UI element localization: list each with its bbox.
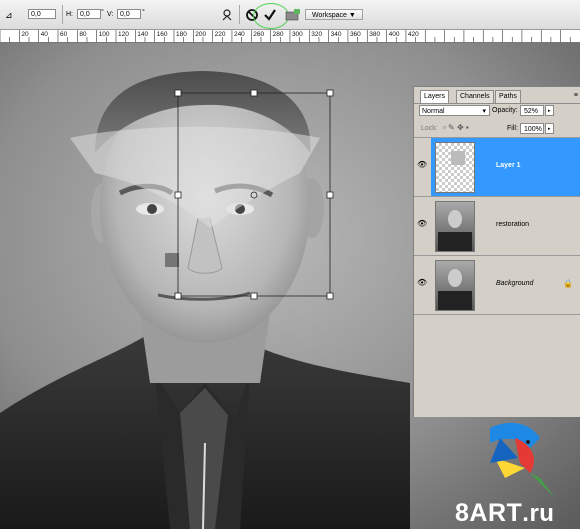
- fill-arrow-icon[interactable]: ▸: [545, 123, 554, 134]
- chevron-down-icon: ▾: [482, 108, 486, 115]
- parrot-logo-icon: [490, 422, 555, 498]
- ruler-label: 240: [233, 31, 245, 38]
- eye-icon[interactable]: 👁: [417, 160, 427, 170]
- separator: [239, 5, 240, 24]
- layer-row-background[interactable]: Background 🔒: [431, 256, 580, 314]
- h-skew-field[interactable]: 0,0: [77, 9, 101, 19]
- opacity-field[interactable]: 52%: [520, 105, 544, 116]
- commit-highlight-circle: [253, 3, 289, 29]
- layer-row-layer-1[interactable]: Layer 1: [431, 138, 580, 196]
- ruler-label: 120: [117, 31, 129, 38]
- lock-icon: 🔒: [563, 279, 573, 288]
- horizontal-ruler: 20 40 60 80 100 120 140 160 180 200 220 240 260 280 30…: [0, 30, 580, 43]
- ruler-label: 80: [79, 31, 87, 38]
- watermark-brand: 8ART: [455, 499, 523, 527]
- patch-preview: [451, 151, 465, 165]
- warp-mode-icon[interactable]: [220, 8, 234, 22]
- tab-channels[interactable]: Channels: [456, 90, 494, 103]
- separator: [62, 5, 63, 24]
- angle-icon: ⊿: [5, 10, 13, 20]
- watermark-suffix: .ru: [522, 500, 555, 527]
- blend-mode-value: Normal: [422, 108, 445, 115]
- layer-name: Background: [496, 280, 534, 287]
- watermark-text: 8ART.ru: [455, 499, 554, 528]
- ruler-label: 300: [291, 31, 303, 38]
- v-skew-field[interactable]: 0,0: [117, 9, 141, 19]
- ruler-label: 280: [272, 31, 284, 38]
- ruler-label: 380: [369, 31, 381, 38]
- coat-preview: [438, 232, 472, 251]
- ruler-label: 180: [175, 31, 187, 38]
- layer-thumbnail: [435, 260, 475, 311]
- ruler-label: 200: [195, 31, 207, 38]
- layer-thumbnail: [435, 142, 475, 193]
- ruler-label: 60: [59, 31, 68, 38]
- opacity-arrow-icon[interactable]: ▸: [545, 105, 554, 116]
- coat-preview: [438, 291, 472, 310]
- panel-menu-icon[interactable]: ≡: [574, 92, 578, 99]
- layer-thumbnail: [435, 201, 475, 252]
- tab-paths[interactable]: Paths: [495, 90, 521, 103]
- ruler-label: 260: [253, 31, 265, 38]
- divider: [414, 314, 580, 315]
- workspace-menu[interactable]: Workspace ▼: [305, 9, 363, 20]
- ruler-label: 40: [40, 31, 48, 38]
- eye-icon[interactable]: 👁: [417, 278, 427, 288]
- ruler-label: 220: [214, 31, 226, 38]
- layer-name: restoration: [496, 221, 530, 228]
- ruler-label: 20: [21, 31, 29, 38]
- face-preview: [448, 210, 462, 228]
- layer-row-restoration[interactable]: restoration: [431, 197, 580, 255]
- tab-divider: [414, 103, 580, 104]
- ruler-label: 100: [98, 31, 110, 38]
- lock-label: Lock:: [421, 125, 438, 132]
- ruler-label: 400: [388, 31, 400, 38]
- ruler-label: 160: [156, 31, 168, 38]
- ruler-label: 140: [137, 31, 149, 38]
- h-unit: °: [101, 9, 104, 16]
- options-bar: ⊿ 0,0 H: 0,0 ° V: 0,0 ° Workspace ▼: [0, 0, 580, 30]
- tab-layers[interactable]: Layers: [420, 90, 450, 103]
- ruler-label: 420: [407, 31, 419, 38]
- lock-icons[interactable]: ▫ ✎ ✥ ▪: [443, 123, 469, 132]
- ruler-ticks: [0, 30, 571, 42]
- v-unit: °: [142, 9, 145, 16]
- layer-name: Layer 1: [496, 162, 521, 169]
- face-preview: [448, 269, 462, 287]
- fill-field[interactable]: 100%: [520, 123, 544, 134]
- h-label: H:: [66, 11, 73, 18]
- ruler-label: 340: [330, 31, 342, 38]
- v-label: V:: [107, 11, 114, 18]
- fill-label: Fill:: [507, 125, 518, 132]
- ruler-label: 320: [311, 31, 323, 38]
- eye-icon[interactable]: 👁: [417, 219, 427, 229]
- layers-panel: ≡ Layers Channels Paths Normal ▾ Opacity…: [413, 86, 580, 417]
- ruler-label: 360: [349, 31, 361, 38]
- blend-mode-select[interactable]: Normal ▾: [419, 105, 490, 116]
- file-browser-icon[interactable]: [285, 8, 300, 22]
- angle-field[interactable]: 0,0: [28, 9, 56, 19]
- opacity-label: Opacity:: [492, 107, 518, 114]
